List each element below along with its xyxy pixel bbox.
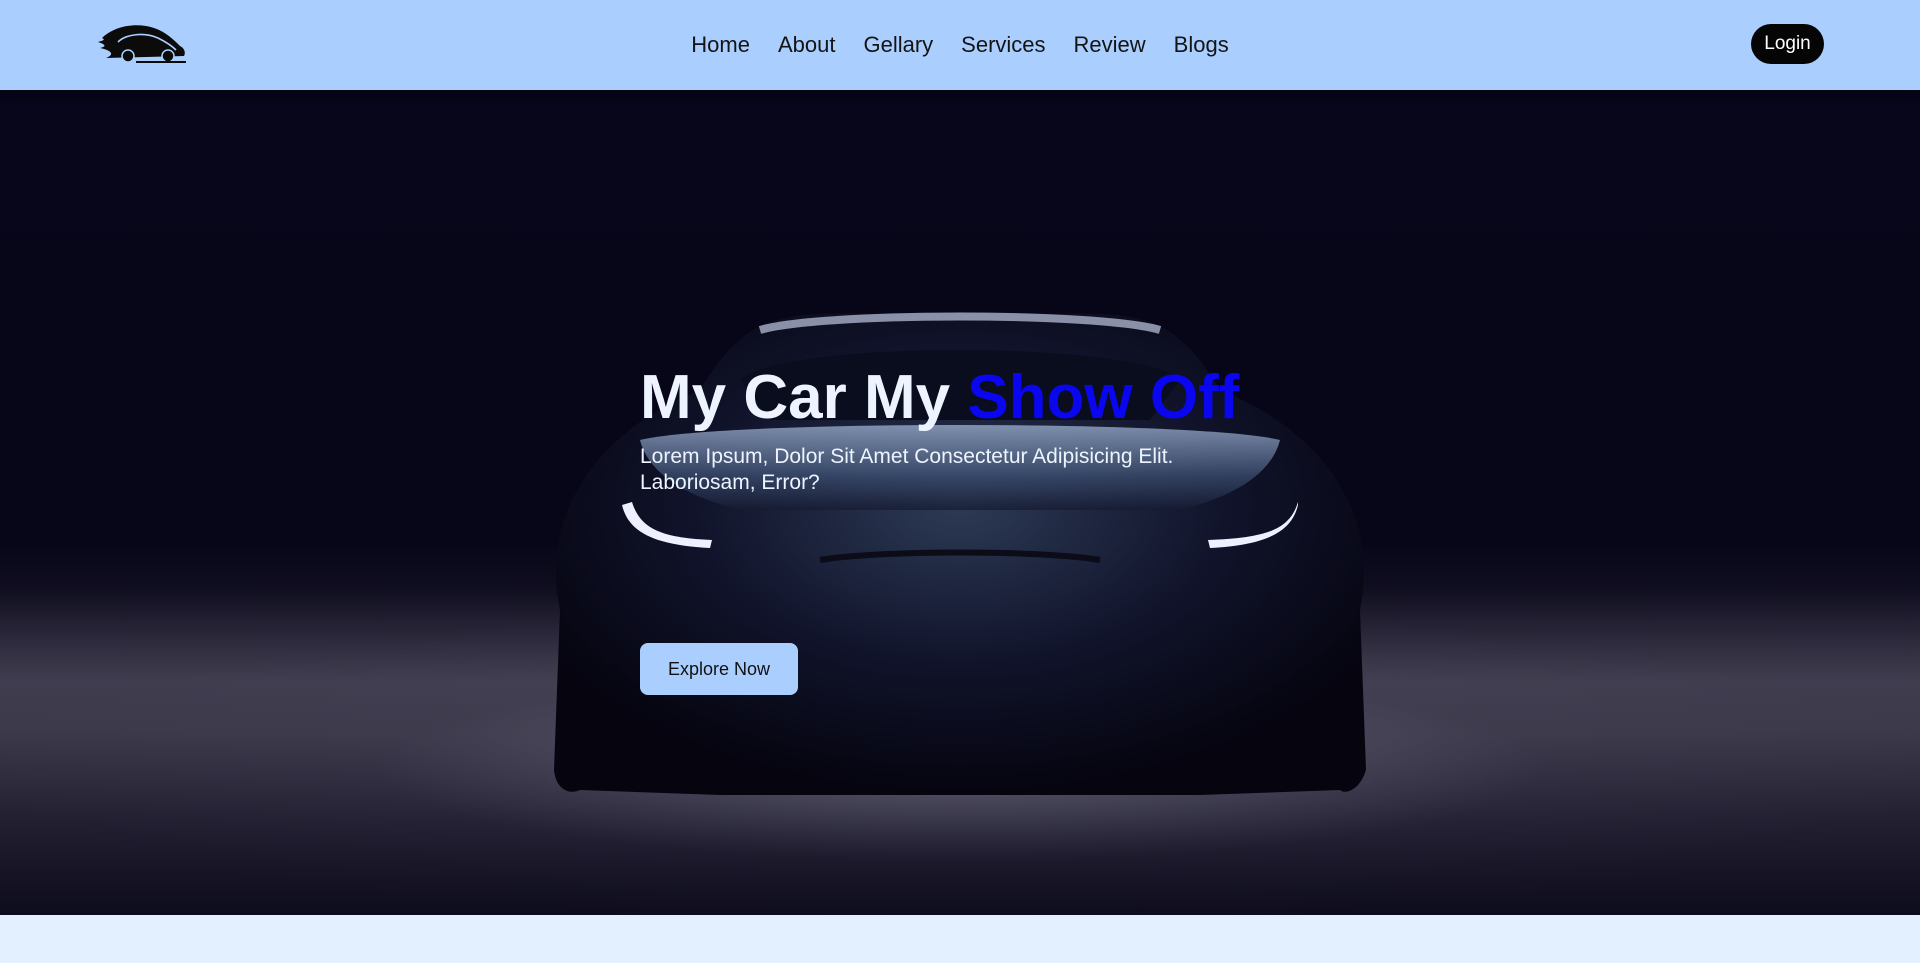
explore-now-button[interactable]: Explore Now	[640, 643, 798, 695]
main-nav: Home About Gellary Services Review Blogs	[0, 0, 1920, 90]
nav-services[interactable]: Services	[961, 32, 1045, 58]
nav-home[interactable]: Home	[691, 32, 750, 58]
hero-subtitle: Lorem Ipsum, Dolor Sit Amet Consectetur …	[640, 445, 1174, 494]
next-section-band	[0, 915, 1920, 963]
hero-title-accent: Show Off	[967, 363, 1240, 432]
nav-about[interactable]: About	[778, 32, 836, 58]
nav-review[interactable]: Review	[1074, 32, 1146, 58]
login-button[interactable]: Login	[1751, 24, 1824, 64]
nav-gallery[interactable]: Gellary	[863, 32, 933, 58]
site-header: Home About Gellary Services Review Blogs…	[0, 0, 1920, 90]
hero-title: My Car My Show Off	[640, 360, 1340, 436]
nav-blogs[interactable]: Blogs	[1174, 32, 1229, 58]
hero-title-main: My Car My	[640, 363, 968, 432]
hero-section: My Car My Show Off Lorem Ipsum, Dolor Si…	[0, 90, 1920, 915]
car-front-dark-image	[554, 312, 1366, 795]
hero-content: My Car My Show Off Lorem Ipsum, Dolor Si…	[640, 360, 1340, 695]
